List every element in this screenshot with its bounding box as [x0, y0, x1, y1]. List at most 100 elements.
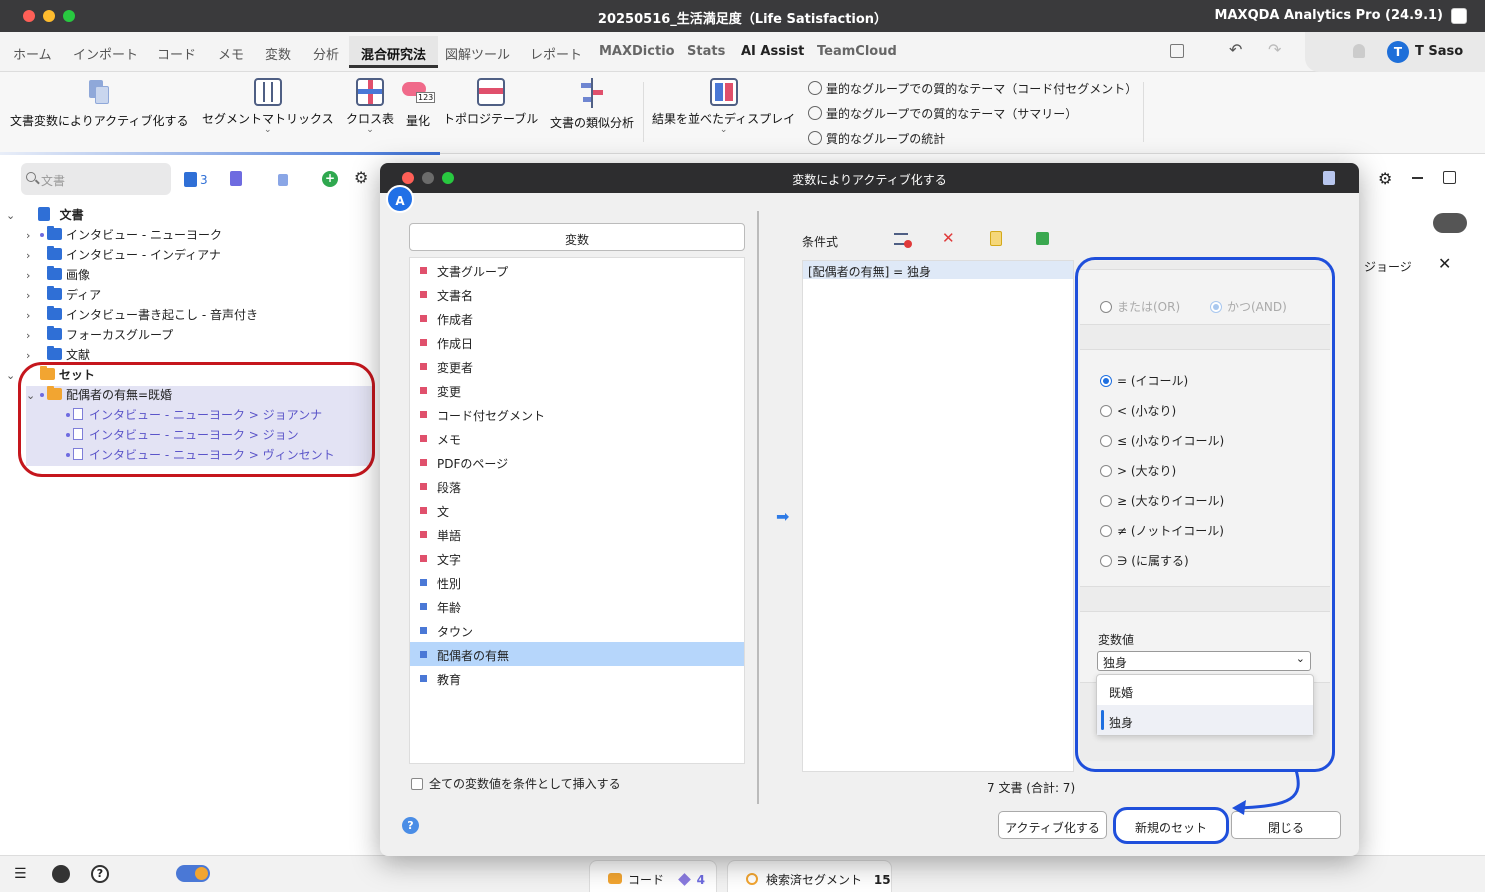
- chevron-right-icon[interactable]: ›: [26, 329, 40, 342]
- chat-icon[interactable]: [52, 865, 70, 883]
- quant-item-3[interactable]: 質的なグループの統計: [808, 130, 1137, 155]
- chevron-right-icon[interactable]: ›: [26, 229, 40, 242]
- quant-item-1[interactable]: 量的なグループでの質的なテーマ（コード付セグメント）: [808, 80, 1137, 105]
- tab-memos[interactable]: メモ: [218, 44, 244, 63]
- codes-status[interactable]: コード 4: [589, 860, 717, 892]
- tab-variables[interactable]: 変数: [265, 44, 291, 63]
- zoom-dialog-button[interactable]: [442, 172, 454, 184]
- settings-gear-icon[interactable]: ⚙: [354, 168, 368, 187]
- segment-matrix-button[interactable]: セグメントマトリックス ⌄: [202, 78, 334, 135]
- tab-ai-assist[interactable]: AI Assist: [741, 44, 804, 59]
- undo-icon[interactable]: ↶: [1229, 40, 1242, 59]
- tab-reports[interactable]: レポート: [530, 44, 582, 63]
- tree-group[interactable]: › インタビュー - インディアナ: [26, 246, 221, 266]
- condition-row[interactable]: [配偶者の有無] = 独身: [803, 261, 1073, 279]
- delete-condition-icon[interactable]: [894, 233, 912, 248]
- variable-item[interactable]: 年齢: [410, 594, 744, 618]
- variables-list[interactable]: 文書グループ 文書名 作成者 作成日 変更者 変更 コード付セグメント メモ PDFのページ 段落…: [409, 257, 745, 764]
- variable-item[interactable]: 変更者: [410, 354, 744, 378]
- chevron-right-icon[interactable]: ›: [26, 249, 40, 262]
- save-condition-icon[interactable]: [1036, 232, 1049, 245]
- topology-table-button[interactable]: トポロジテーブル: [443, 78, 538, 127]
- toggle-switch-icon[interactable]: [176, 865, 210, 882]
- tree-group[interactable]: › 画像: [26, 266, 90, 286]
- notification-bell-icon[interactable]: [1353, 44, 1365, 58]
- new-document-icon[interactable]: [278, 174, 288, 186]
- tab-analysis[interactable]: 分析: [313, 44, 339, 63]
- search-input[interactable]: 文書: [21, 163, 171, 195]
- tree-group[interactable]: › インタビュー書き起こし - 音声付き: [26, 306, 258, 326]
- layout-icon[interactable]: [1170, 44, 1184, 58]
- variable-item[interactable]: PDFのページ: [410, 450, 744, 474]
- variable-item[interactable]: 段落: [410, 474, 744, 498]
- chevron-down-icon[interactable]: ⌄: [346, 125, 394, 135]
- chevron-down-icon[interactable]: ⌄: [6, 209, 20, 222]
- assistant-badge[interactable]: A: [386, 185, 414, 213]
- new-set-button[interactable]: 新規のセット: [1113, 807, 1229, 844]
- variable-item[interactable]: タウン: [410, 618, 744, 642]
- close-icon[interactable]: ✕: [1438, 254, 1451, 273]
- quantize-button[interactable]: 123 量化: [402, 78, 436, 129]
- chevron-down-icon[interactable]: ⌄: [652, 125, 795, 135]
- settings-gear-icon[interactable]: ⚙: [1378, 169, 1392, 188]
- chevron-right-icon[interactable]: ›: [26, 309, 40, 322]
- doc-similarity-button[interactable]: 文書の類似分析: [550, 78, 634, 131]
- tree-group[interactable]: › ディア: [26, 286, 101, 306]
- variable-item[interactable]: 文書名: [410, 282, 744, 306]
- clear-all-icon[interactable]: ✕: [942, 229, 955, 247]
- activate-button[interactable]: アクティブ化する: [998, 811, 1107, 839]
- segments-status[interactable]: 検索済セグメント 15: [727, 860, 892, 892]
- variable-item[interactable]: 教育: [410, 666, 744, 690]
- quant-item-2[interactable]: 量的なグループでの質的なテーマ（サマリー）: [808, 105, 1137, 130]
- tab-stats[interactable]: Stats: [687, 44, 725, 59]
- chevron-down-icon[interactable]: ⌄: [202, 125, 334, 135]
- tab-mixed-methods[interactable]: 混合研究法: [349, 36, 439, 68]
- documents-count-icon[interactable]: 3: [184, 172, 208, 187]
- variable-item[interactable]: 変更: [410, 378, 744, 402]
- sliders-icon[interactable]: ☰: [14, 866, 27, 882]
- close-dialog-button[interactable]: [402, 172, 414, 184]
- user-name[interactable]: T Saso: [1415, 44, 1463, 59]
- chevron-right-icon[interactable]: ›: [26, 349, 40, 362]
- load-condition-icon[interactable]: [990, 231, 1002, 246]
- tab-teamcloud[interactable]: TeamCloud: [817, 44, 897, 59]
- splitter[interactable]: [757, 211, 759, 804]
- chevron-right-icon[interactable]: ›: [26, 289, 40, 302]
- help-icon[interactable]: ?: [91, 865, 109, 883]
- insert-all-values-checkbox[interactable]: 全ての変数値を条件として挿入する: [411, 775, 621, 792]
- crosstab-button[interactable]: クロス表 ⌄: [346, 78, 394, 135]
- toggle-icon[interactable]: [1433, 213, 1467, 233]
- side-by-side-button[interactable]: 結果を並べたディスプレイ ⌄: [652, 78, 795, 135]
- variable-item[interactable]: 作成日: [410, 330, 744, 354]
- right-panel-item[interactable]: ジョージ: [1364, 258, 1412, 275]
- variable-item[interactable]: 文字: [410, 546, 744, 570]
- conditions-list[interactable]: [配偶者の有無] = 独身: [802, 260, 1074, 772]
- minimize-dialog-button[interactable]: [422, 172, 434, 184]
- arrow-right-icon[interactable]: ➡: [776, 507, 789, 526]
- tab-import[interactable]: インポート: [73, 44, 138, 63]
- memo-tool-icon[interactable]: [230, 171, 242, 186]
- tree-root-documents[interactable]: ⌄ 文書: [6, 206, 84, 226]
- variable-item[interactable]: 性別: [410, 570, 744, 594]
- expand-icon[interactable]: [1443, 171, 1456, 184]
- help-icon[interactable]: ?: [402, 817, 419, 834]
- redo-icon[interactable]: ↷: [1268, 40, 1281, 59]
- tree-group[interactable]: › フォーカスグループ: [26, 326, 173, 346]
- variable-item[interactable]: メモ: [410, 426, 744, 450]
- activate-by-doc-vars-button[interactable]: 文書変数によりアクティブ化する: [10, 78, 188, 129]
- chevron-right-icon[interactable]: ›: [26, 269, 40, 282]
- minimize-panel-icon[interactable]: [1412, 177, 1423, 179]
- add-icon[interactable]: +: [322, 171, 338, 187]
- tab-maxdictio[interactable]: MAXDictio: [599, 44, 675, 59]
- variable-item[interactable]: コード付セグメント: [410, 402, 744, 426]
- tab-visual-tools[interactable]: 図解ツール: [445, 44, 510, 63]
- tree-group[interactable]: › インタビュー - ニューヨーク: [26, 226, 222, 246]
- avatar[interactable]: T: [1387, 41, 1409, 63]
- variable-item[interactable]: 単語: [410, 522, 744, 546]
- tab-home[interactable]: ホーム: [13, 44, 52, 63]
- copy-icon[interactable]: [1323, 171, 1335, 185]
- variable-item[interactable]: 作成者: [410, 306, 744, 330]
- variable-item[interactable]: 配偶者の有無: [410, 642, 744, 666]
- variable-item[interactable]: 文: [410, 498, 744, 522]
- variable-item[interactable]: 文書グループ: [410, 258, 744, 282]
